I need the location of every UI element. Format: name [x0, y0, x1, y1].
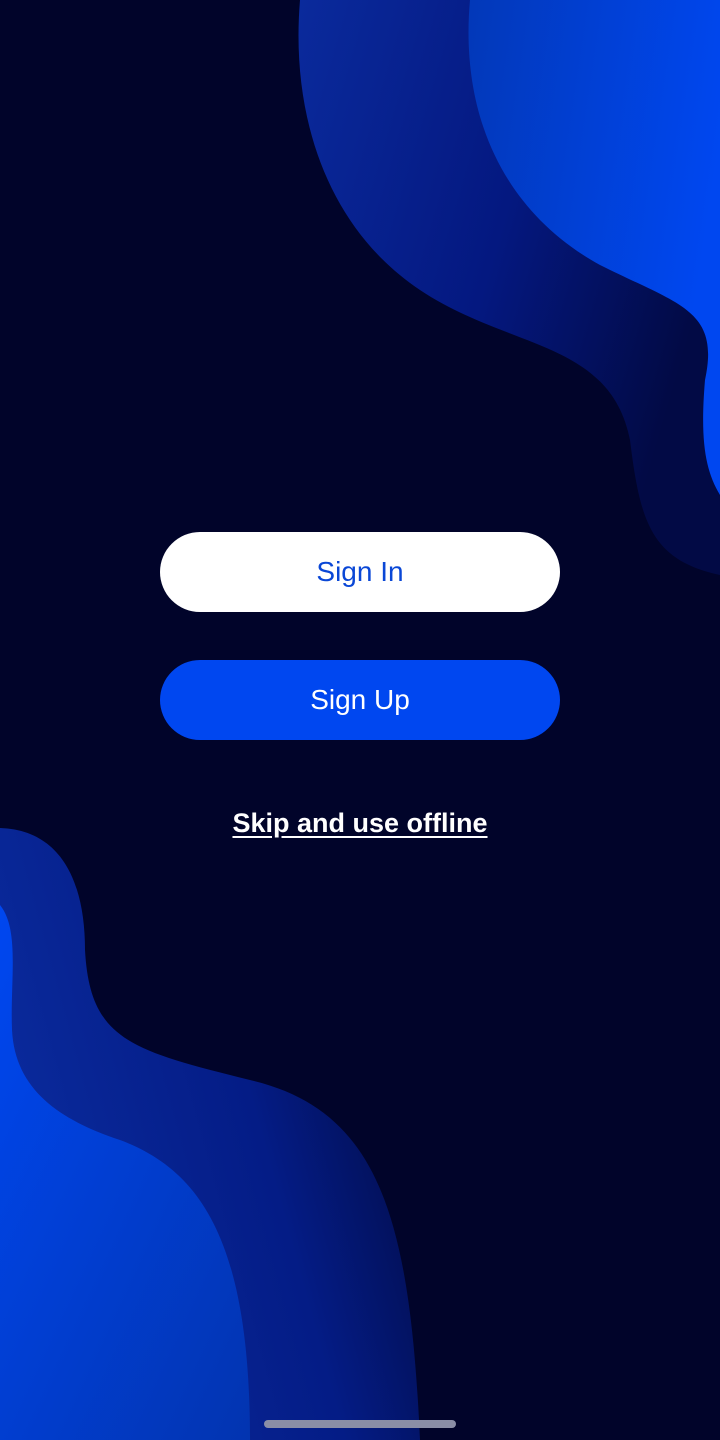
skip-offline-link[interactable]: Skip and use offline — [0, 808, 720, 839]
sign-up-button[interactable]: Sign Up — [160, 660, 560, 740]
home-indicator-bar[interactable] — [264, 1420, 456, 1428]
welcome-screen: Sign In Sign Up Skip and use offline — [0, 0, 720, 1440]
sign-in-button[interactable]: Sign In — [160, 532, 560, 612]
